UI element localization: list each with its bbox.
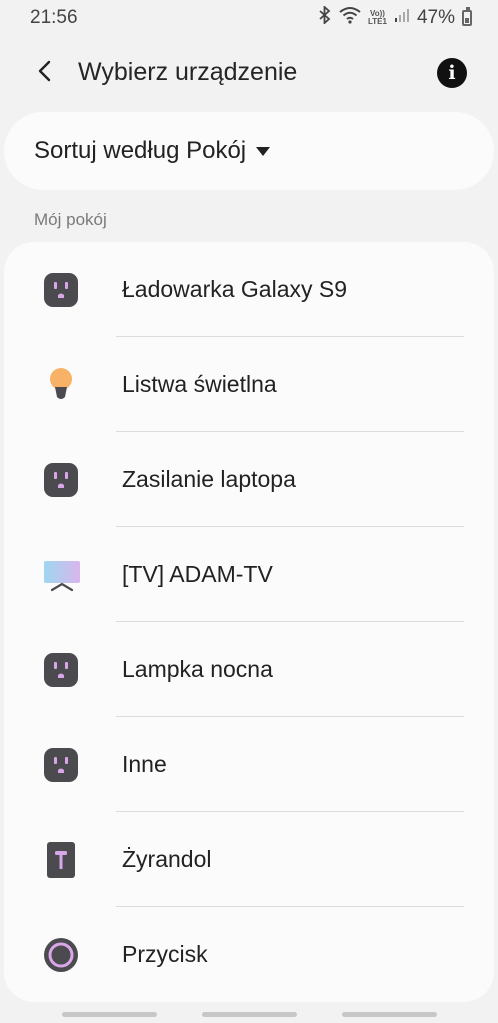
device-label: [TV] ADAM-TV: [122, 561, 273, 587]
page-title: Wybierz urządzenie: [78, 58, 298, 86]
device-label: Lampka nocna: [122, 656, 273, 682]
volte-icon: Vo)) LTE1: [368, 10, 387, 26]
nav-recent-button[interactable]: [62, 1012, 157, 1017]
smart-plug-icon: [43, 462, 79, 498]
device-label: Żyrandol: [122, 846, 212, 872]
status-icons: Vo)) LTE1 47%: [318, 4, 472, 30]
device-label: Zasilanie laptopa: [122, 466, 296, 492]
section-header: Mój pokój: [34, 210, 107, 229]
device-row[interactable]: Listwa świetlna: [4, 337, 494, 432]
smart-plug-icon: [43, 272, 79, 308]
device-list: Ładowarka Galaxy S9 Listwa świetlna Zasila…: [4, 242, 494, 1002]
app-bar: Wybierz urządzenie i: [0, 44, 498, 102]
device-row[interactable]: Inne: [4, 717, 494, 812]
sort-dropdown[interactable]: Sortuj według Pokój: [4, 112, 494, 190]
light-bulb-icon: [43, 367, 79, 403]
info-icon: i: [448, 62, 456, 84]
info-button[interactable]: i: [437, 58, 467, 88]
device-label: Przycisk: [122, 941, 208, 967]
back-arrow-icon: [35, 59, 55, 88]
device-label: Listwa świetlna: [122, 371, 277, 397]
wifi-icon: [339, 6, 361, 30]
nav-home-button[interactable]: [202, 1012, 297, 1017]
smart-plug-icon: [43, 652, 79, 688]
back-button[interactable]: [28, 56, 62, 90]
dropdown-caret-icon: [256, 146, 271, 156]
status-bar: 21:56 Vo)) LTE1 47%: [0, 0, 498, 36]
device-row[interactable]: Żyrandol: [4, 812, 494, 907]
signal-icon: [394, 7, 410, 29]
bluetooth-icon: [318, 4, 332, 30]
status-time: 21:56: [30, 7, 78, 28]
device-label: Ładowarka Galaxy S9: [122, 276, 348, 302]
button-icon: [43, 937, 79, 973]
lte-label: LTE1: [368, 17, 387, 26]
nav-back-button[interactable]: [342, 1012, 437, 1017]
battery-percent: 47%: [416, 7, 455, 28]
smart-plug-icon: [43, 747, 79, 783]
battery-icon: [462, 7, 472, 26]
sort-label: Sortuj według Pokój: [34, 137, 247, 164]
device-row[interactable]: Ładowarka Galaxy S9: [4, 242, 494, 337]
device-label: Inne: [122, 751, 167, 777]
device-row[interactable]: [TV] ADAM-TV: [4, 527, 494, 622]
device-row[interactable]: Lampka nocna: [4, 622, 494, 717]
device-row[interactable]: Przycisk: [4, 907, 494, 1002]
tv-icon: [43, 557, 80, 593]
navigation-bar: [0, 1006, 498, 1023]
wall-switch-icon: [43, 842, 79, 878]
device-row[interactable]: Zasilanie laptopa: [4, 432, 494, 527]
